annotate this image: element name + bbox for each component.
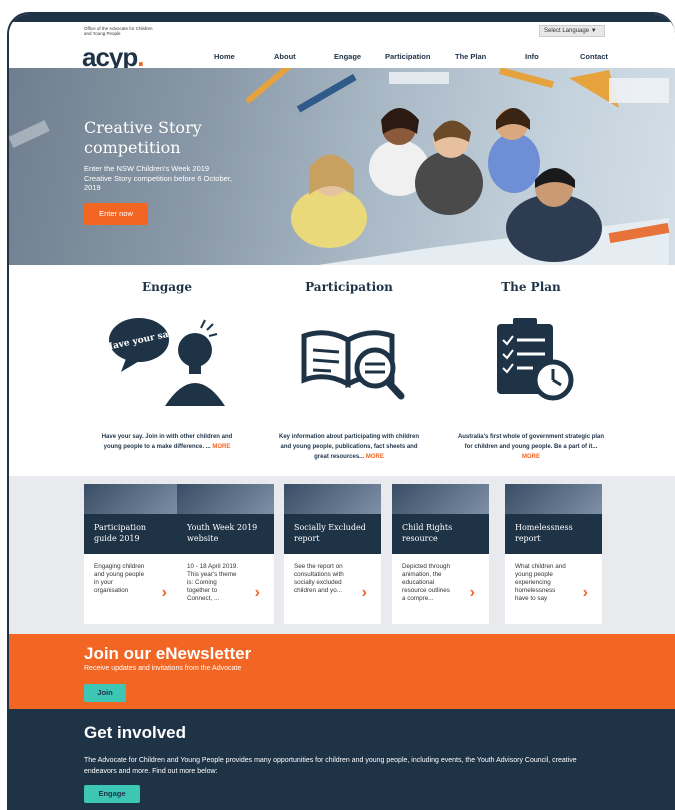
- card-participation-guide[interactable]: Participation guide 2019 Engaging childr…: [84, 484, 181, 624]
- card-image: [392, 484, 489, 514]
- pillar-text: Australia's first whole of government st…: [441, 432, 621, 462]
- join-button[interactable]: Join: [84, 684, 126, 702]
- nav-info[interactable]: Info: [525, 52, 539, 61]
- card-image: [284, 484, 381, 514]
- card-description: What children and young people experienc…: [515, 563, 566, 602]
- nav-the-plan[interactable]: The Plan: [455, 52, 486, 61]
- card-description: 10 - 18 April 2019. This year's theme is…: [187, 563, 239, 602]
- card-homelessness[interactable]: Homelessness report What children and yo…: [505, 484, 602, 624]
- chevron-right-icon[interactable]: ›: [583, 584, 588, 602]
- card-title: Homelessness report: [505, 514, 602, 554]
- card-image: [505, 484, 602, 514]
- pillar-heading: Engage: [141, 280, 193, 294]
- get-involved-section: Get involved The Advocate for Children a…: [9, 709, 675, 810]
- card-socially-excluded[interactable]: Socially Excluded report See the report …: [284, 484, 381, 624]
- nav-about[interactable]: About: [274, 52, 296, 61]
- pillar-engage[interactable]: Engage Have your say Have your say. Join…: [77, 265, 257, 452]
- have-your-say-icon: Have your say: [77, 306, 257, 406]
- card-image: [84, 484, 181, 514]
- newsletter-heading: Join our eNewsletter: [84, 644, 252, 663]
- card-description: Depicted through animation, the educatio…: [402, 563, 450, 602]
- card-title: Child Rights resource: [392, 514, 489, 554]
- chevron-right-icon[interactable]: ›: [470, 584, 475, 602]
- pillar-heading: The Plan: [501, 280, 561, 294]
- more-link[interactable]: MORE: [366, 454, 384, 460]
- resource-cards: Participation guide 2019 Engaging childr…: [9, 476, 675, 634]
- pillar-text: Key information about participating with…: [259, 432, 439, 462]
- office-name: Office of the Advocate for Children and …: [84, 26, 153, 36]
- enter-now-button[interactable]: Enter now: [84, 203, 148, 225]
- hero-text: Enter the NSW Children's Week 2019 Creat…: [84, 164, 232, 192]
- pillar-description: Australia's first whole of government st…: [457, 434, 605, 450]
- book-search-icon: [259, 306, 439, 406]
- nav-engage[interactable]: Engage: [334, 52, 361, 61]
- involved-heading: Get involved: [84, 723, 187, 742]
- card-image: [177, 484, 274, 514]
- more-link[interactable]: MORE: [212, 444, 230, 450]
- pillars-section: Engage Have your say Have your say. Join…: [9, 265, 675, 476]
- pillar-heading: Participation: [305, 280, 393, 294]
- top-bar: [9, 14, 675, 22]
- language-select[interactable]: Select Language ▼: [539, 25, 605, 37]
- checklist-clock-icon: [441, 306, 621, 406]
- hero-title: Creative Story competition: [84, 118, 202, 157]
- main-nav: Home About Engage Participation The Plan…: [9, 52, 675, 66]
- card-description: Engaging children and young people in yo…: [94, 563, 145, 594]
- card-child-rights[interactable]: Child Rights resource Depicted through a…: [392, 484, 489, 624]
- nav-home[interactable]: Home: [214, 52, 235, 61]
- card-title: Youth Week 2019 website: [177, 514, 274, 554]
- nav-contact[interactable]: Contact: [580, 52, 608, 61]
- hero-banner: Creative Story competition Enter the NSW…: [9, 68, 675, 265]
- more-link[interactable]: MORE: [522, 454, 540, 460]
- card-title: Participation guide 2019: [84, 514, 181, 554]
- card-title: Socially Excluded report: [284, 514, 381, 554]
- pillar-the-plan[interactable]: The Plan Australia's first whole of gove…: [441, 265, 621, 462]
- newsletter-section: Join our eNewsletter Receive updates and…: [9, 634, 675, 709]
- card-youth-week[interactable]: Youth Week 2019 website 10 - 18 April 20…: [177, 484, 274, 624]
- newsletter-text: Receive updates and invitations from the…: [84, 665, 242, 672]
- chevron-right-icon[interactable]: ›: [162, 584, 167, 602]
- browser-frame: Office of the Advocate for Children and …: [7, 12, 675, 810]
- card-description: See the report on consultations with soc…: [294, 563, 344, 594]
- pillar-text: Have your say. Join in with other childr…: [77, 432, 257, 452]
- chevron-right-icon[interactable]: ›: [255, 584, 260, 602]
- pillar-description: Key information about participating with…: [278, 434, 419, 460]
- involved-text: The Advocate for Children and Young Peop…: [84, 757, 577, 775]
- engage-button[interactable]: Engage: [84, 785, 140, 803]
- chevron-right-icon[interactable]: ›: [362, 584, 367, 602]
- pillar-participation[interactable]: Participation Key information about part…: [259, 265, 439, 462]
- nav-participation[interactable]: Participation: [385, 52, 430, 61]
